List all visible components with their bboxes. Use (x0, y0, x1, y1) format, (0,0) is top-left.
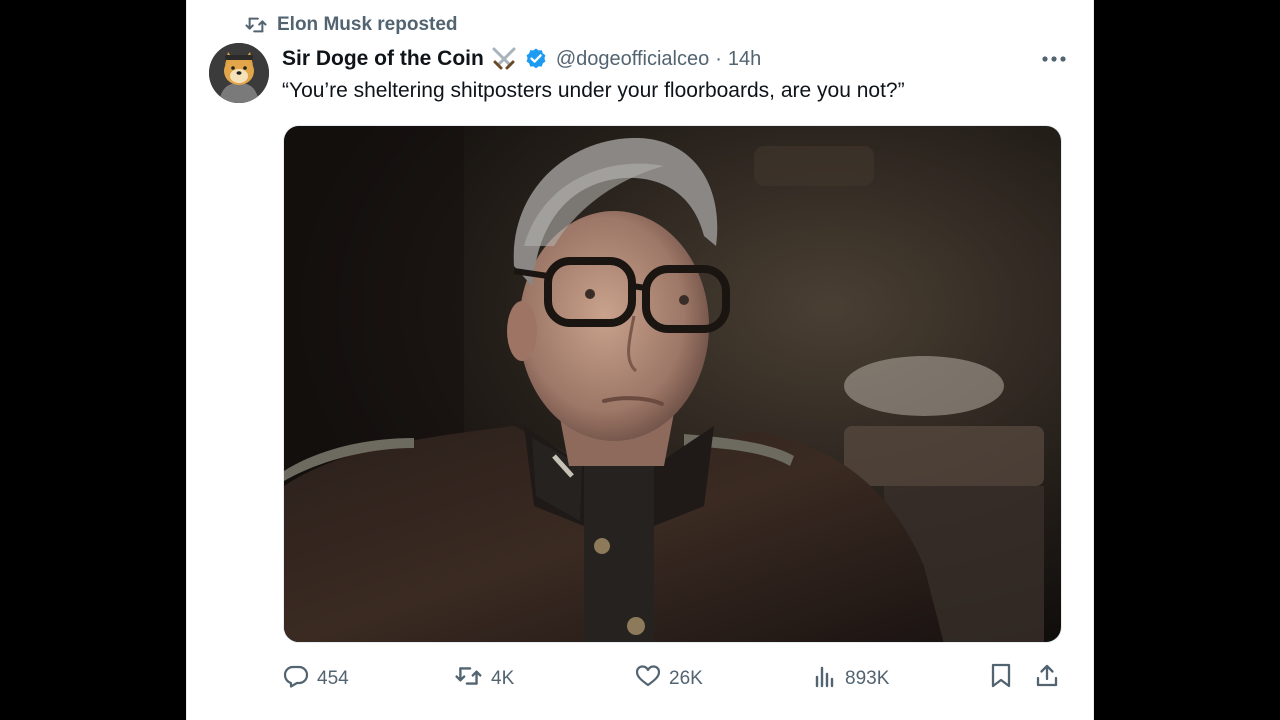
views-button[interactable]: 893K (813, 660, 889, 698)
repost-count: 4K (491, 668, 515, 689)
tweet-card[interactable]: Elon Musk reposted Sir Doge of the Coin (186, 0, 1094, 720)
more-options-icon[interactable] (1041, 42, 1067, 76)
repost-icon (245, 15, 267, 35)
bookmark-icon (989, 663, 1013, 695)
crossed-swords-icon (490, 46, 518, 72)
heart-icon (635, 664, 661, 694)
repost-label: Elon Musk reposted (277, 14, 458, 35)
tweet-image[interactable] (283, 125, 1062, 643)
reply-icon (283, 664, 309, 694)
avatar[interactable] (209, 43, 269, 103)
share-icon (1035, 663, 1059, 695)
share-button[interactable] (1035, 660, 1059, 698)
like-count: 26K (669, 668, 703, 689)
author-handle[interactable]: @dogeofficialceo (556, 48, 709, 71)
reply-count: 454 (317, 668, 349, 689)
views-count: 893K (845, 668, 890, 689)
reply-button[interactable]: 454 (283, 660, 349, 698)
timestamp[interactable]: 14h (728, 48, 761, 71)
author-name[interactable]: Sir Doge of the Coin (282, 47, 484, 71)
tweet-text: “You’re sheltering shitposters under you… (282, 79, 905, 102)
action-bar: 454 4K 26K 893K (283, 660, 1062, 698)
verified-badge-icon[interactable] (524, 47, 548, 71)
bookmark-button[interactable] (989, 660, 1013, 698)
repost-icon (455, 664, 483, 694)
repost-indicator[interactable]: Elon Musk reposted (245, 12, 458, 38)
repost-button[interactable]: 4K (455, 660, 514, 698)
tweet-header: Sir Doge of the Coin @dogeofficialceo · … (282, 42, 1067, 76)
separator-dot: · (715, 47, 722, 70)
like-button[interactable]: 26K (635, 660, 703, 698)
views-chart-icon (813, 664, 837, 694)
